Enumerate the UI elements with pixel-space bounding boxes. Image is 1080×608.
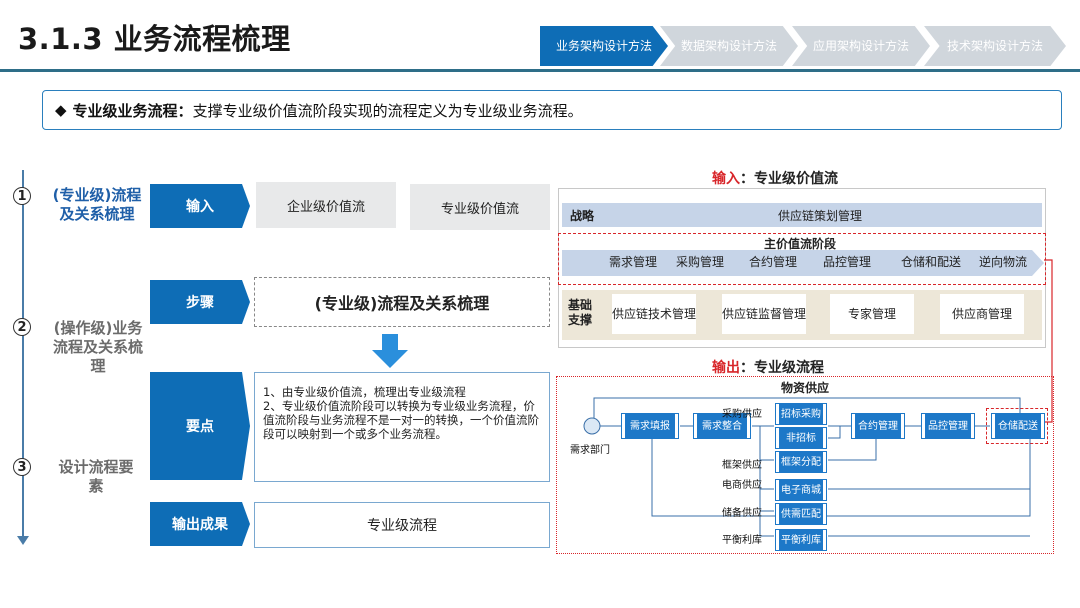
branch-reserve: 储备供应 bbox=[722, 508, 762, 519]
phase-1-text: (专业级)流程及关系梳理 bbox=[52, 186, 142, 223]
phase-number-1: 1 bbox=[13, 187, 31, 205]
process-flow-caption-prefix: 输出 bbox=[712, 360, 740, 376]
step-label: 步骤 bbox=[150, 280, 250, 324]
definition-banner: ◆ 专业级业务流程： 支撑专业级价值流阶段实现的流程定义为专业级业务流程。 bbox=[42, 90, 1062, 130]
timeline-line bbox=[22, 170, 24, 542]
actor-label: 需求部门 bbox=[570, 445, 610, 456]
node-demand-fill: 需求填报 bbox=[621, 413, 679, 439]
stage-procurement: 采购管理 bbox=[675, 254, 724, 269]
node-non-bid: 非招标 bbox=[775, 427, 827, 449]
point-2: 2、专业级价值流阶段可以转换为专业级业务流程，价值流阶段与业务流程不是一对一的转… bbox=[263, 399, 539, 441]
input-enterprise-value-stream: 企业级价值流 bbox=[256, 182, 396, 228]
phase-3-label: 设计流程要素 bbox=[58, 458, 134, 495]
points-box: 1、由专业级价值流，梳理出专业级流程 2、专业级价值流阶段可以转换为专业级业务流… bbox=[254, 372, 550, 482]
node-quality-mgmt: 品控管理 bbox=[921, 413, 975, 439]
support-label: 基础支撑 bbox=[568, 298, 593, 327]
process-flow-caption-text: ：专业级流程 bbox=[740, 360, 824, 376]
process-flow-caption: 输出：专业级流程 bbox=[712, 357, 824, 377]
stage-reverse-logistics: 逆向物流 bbox=[978, 254, 1027, 269]
phase-2-label: (操作级)业务流程及关系梳理 bbox=[52, 319, 143, 375]
branch-balance: 平衡利库 bbox=[722, 535, 762, 546]
point-1: 1、由专业级价值流，梳理出专业级流程 bbox=[263, 385, 466, 399]
step-box: (专业级)流程及关系梳理 bbox=[254, 277, 550, 327]
diamond-bullet-icon: ◆ bbox=[55, 101, 67, 119]
banner-text: 支撑专业级价值流阶段实现的流程定义为专业级业务流程。 bbox=[192, 101, 583, 120]
support-tech: 供应链技术管理 bbox=[612, 294, 696, 334]
stage-demand: 需求管理 bbox=[608, 254, 657, 269]
banner-label: 专业级业务流程： bbox=[72, 101, 193, 120]
node-e-mall: 电子商城 bbox=[775, 479, 827, 501]
phase-number-2: 2 bbox=[13, 318, 31, 336]
step-technology-architecture[interactable]: 技术架构设计方法 bbox=[924, 26, 1066, 66]
timeline-arrow-icon bbox=[17, 536, 29, 545]
down-arrow-icon bbox=[372, 334, 408, 368]
strategy-text: 供应链策划管理 bbox=[777, 208, 862, 223]
branch-framework: 框架供应 bbox=[722, 460, 762, 471]
input-label: 输入 bbox=[150, 184, 250, 228]
value-chain-caption-prefix: 输入 bbox=[712, 171, 740, 187]
header-divider bbox=[0, 69, 1080, 72]
stage-contract: 合约管理 bbox=[748, 254, 797, 269]
node-balance-stock: 平衡利库 bbox=[775, 529, 827, 551]
step-business-architecture[interactable]: 业务架构设计方法 bbox=[540, 26, 668, 66]
node-bid-procurement: 招标采购 bbox=[775, 403, 827, 425]
node-warehouse-delivery: 仓储配送 bbox=[991, 413, 1045, 439]
phase-1-label: (专业级)流程及关系梳理 bbox=[50, 186, 144, 224]
node-contract-mgmt: 合约管理 bbox=[851, 413, 905, 439]
demand-department-icon bbox=[583, 417, 601, 435]
branch-ecommerce: 电商供应 bbox=[722, 480, 762, 491]
strategy-label: 战略 bbox=[570, 209, 595, 223]
input-professional-value-stream: 专业级价值流 bbox=[410, 184, 550, 230]
value-chain-caption-text: ：专业级价值流 bbox=[740, 171, 838, 187]
page-title: 3.1.3 业务流程梳理 bbox=[18, 22, 291, 56]
node-framework-alloc: 框架分配 bbox=[775, 451, 827, 473]
output-box: 专业级流程 bbox=[254, 502, 550, 548]
value-chain-caption: 输入：专业级价值流 bbox=[712, 168, 838, 188]
branch-procurement: 采购供应 bbox=[722, 409, 762, 420]
stage-quality: 品控管理 bbox=[822, 254, 871, 269]
support-expert: 专家管理 bbox=[830, 294, 914, 334]
output-label: 输出成果 bbox=[150, 502, 250, 546]
stage-warehouse: 仓储和配送 bbox=[900, 254, 961, 269]
step-application-architecture[interactable]: 应用架构设计方法 bbox=[792, 26, 930, 66]
step-data-architecture[interactable]: 数据架构设计方法 bbox=[660, 26, 798, 66]
support-supervision: 供应链监督管理 bbox=[722, 294, 806, 334]
points-label: 要点 bbox=[150, 372, 250, 480]
node-supply-match: 供需匹配 bbox=[775, 503, 827, 525]
phase-number-3: 3 bbox=[13, 458, 31, 476]
support-supplier: 供应商管理 bbox=[940, 294, 1024, 334]
